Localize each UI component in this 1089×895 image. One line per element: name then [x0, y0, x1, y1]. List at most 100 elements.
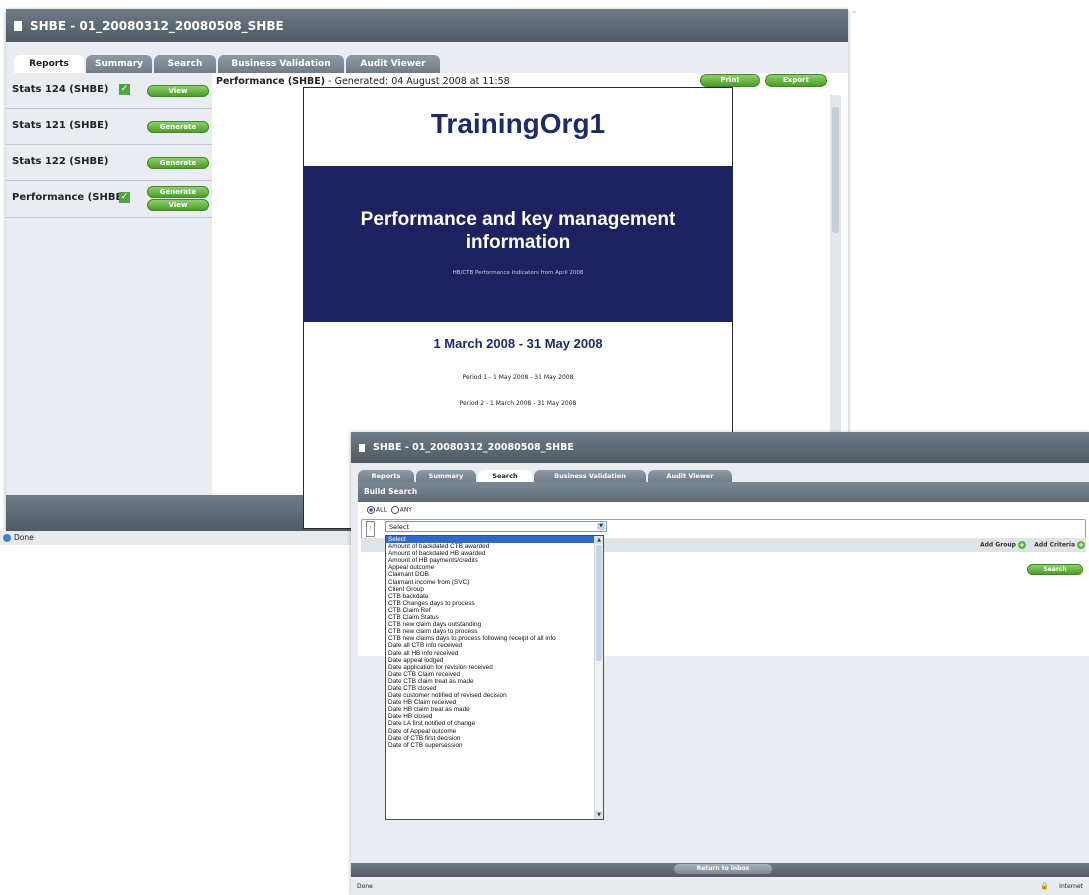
report-period-1: Period 1 - 1 May 2008 - 31 May 2008 — [462, 374, 574, 381]
status-bar: Done — [0, 531, 353, 545]
select-value: Select — [389, 523, 410, 531]
view-button[interactable]: View — [147, 85, 209, 97]
generate-button[interactable]: Generate — [147, 157, 209, 169]
radio-all[interactable] — [367, 506, 375, 514]
dropdown-option[interactable]: Amount of backdated CTB awarded — [386, 543, 595, 550]
window-titlebar: SHBE - 01_20080312_20080508_SHBE — [351, 432, 1089, 463]
window-titlebar: SHBE - 01_20080312_20080508_SHBE — [6, 9, 848, 42]
status-text: Done — [357, 883, 373, 890]
report-heading: Performance and key management informati… — [360, 209, 676, 253]
criteria-field-select[interactable]: Select ▼ — [385, 521, 607, 532]
scroll-down-icon[interactable]: ▼ — [595, 811, 603, 819]
lock-icon: 🔒 — [1040, 882, 1049, 890]
tab-bar: Reports Summary Search Business Validati… — [351, 468, 1089, 482]
document-icon — [14, 20, 22, 31]
report-org-title: TrainingOrg1 — [430, 108, 606, 139]
drag-handle-icon[interactable]: ⋮ — [366, 521, 375, 537]
dropdown-option[interactable]: Select — [386, 536, 595, 544]
dropdown-option[interactable]: Date CTB Claim received — [386, 671, 595, 678]
dropdown-option[interactable]: Date of CTB supersession — [386, 742, 595, 749]
report-row: Performance (SHBE) ✓ Generate View — [6, 181, 212, 218]
dropdown-option[interactable]: Date HB closed — [386, 713, 595, 720]
generate-button[interactable]: Generate — [147, 121, 209, 133]
dropdown-options: Select Amount of backdated CTB awarded Amo… — [386, 536, 595, 749]
dropdown-option[interactable]: Claimant income from (SVC) — [386, 579, 595, 586]
dropdown-option[interactable]: CTB Claim Ref — [386, 607, 595, 614]
add-criteria-plus-icon[interactable]: + — [1077, 541, 1085, 549]
scroll-up-icon[interactable]: ▲ — [595, 536, 603, 544]
dropdown-option[interactable]: Date of CTB first decision — [386, 735, 595, 742]
check-icon[interactable]: ✓ — [119, 192, 130, 203]
add-group-plus-icon[interactable]: + — [1017, 541, 1026, 549]
radio-any-label: ANY — [399, 506, 412, 514]
report-row: Stats 121 (SHBE) Generate — [6, 109, 212, 145]
tab-reports[interactable]: Reports — [358, 470, 414, 482]
return-to-inbox-button[interactable]: Return to inbox — [674, 864, 772, 874]
search-button[interactable]: Search — [1027, 564, 1083, 575]
view-button[interactable]: View — [147, 199, 209, 211]
report-row: Stats 122 (SHBE) Generate — [6, 145, 212, 181]
add-links: Add Group + Add Criteria + — [980, 541, 1085, 549]
dropdown-option[interactable]: Date of Appeal outcome — [386, 728, 595, 735]
dropdown-option[interactable]: Client Group — [386, 586, 595, 593]
dropdown-option[interactable]: Date all CTB info received — [386, 642, 595, 649]
dropdown-option[interactable]: Amount of HB payments/credits — [386, 557, 595, 564]
report-date-range: 1 March 2008 - 31 May 2008 — [433, 336, 603, 351]
tab-bar: Reports Summary Search Business Validati… — [6, 51, 848, 73]
report-label: Performance (SHBE) — [12, 192, 127, 203]
scroll-thumb[interactable] — [596, 545, 602, 661]
dropdown-option[interactable]: Date customer notified of revised decisi… — [386, 692, 595, 699]
check-icon[interactable]: ✓ — [119, 84, 130, 95]
chevron-down-icon[interactable]: ▼ — [597, 523, 605, 530]
tab-reports[interactable]: Reports — [14, 55, 84, 73]
dropdown-option[interactable]: Date HB claim treat as made — [386, 706, 595, 713]
add-criteria-link[interactable]: Add Criteria — [1034, 542, 1075, 549]
tab-business-validation[interactable]: Business Validation — [218, 55, 344, 73]
dropdown-option[interactable]: Amount of backdated HB awarded — [386, 550, 595, 557]
tab-summary[interactable]: Summary — [86, 55, 152, 73]
dropdown-option[interactable]: CTB new claim days to process — [386, 628, 595, 635]
add-group-link[interactable]: Add Group — [980, 542, 1016, 549]
dropdown-option[interactable]: Appeal outcome — [386, 564, 595, 571]
report-banner: Performance and key management informati… — [304, 166, 732, 322]
dropdown-option[interactable]: Date CTB closed — [386, 685, 595, 692]
scroll-thumb[interactable] — [832, 107, 839, 233]
dropdown-option[interactable]: Date appeal lodged — [386, 657, 595, 664]
dropdown-option[interactable]: CTB new claims days to process following… — [386, 635, 595, 642]
scroll-arrow-icon: ⌃ — [850, 10, 859, 21]
export-button[interactable]: Export — [765, 74, 827, 87]
dropdown-option[interactable]: Date application for revision received — [386, 664, 595, 671]
report-subheading: HB/CTB Performance Indicators from April… — [452, 270, 584, 276]
window-title: SHBE - 01_20080312_20080508_SHBE — [30, 18, 284, 33]
radio-any[interactable] — [390, 506, 399, 514]
status-text: Done — [14, 533, 34, 542]
window-title: SHBE - 01_20080312_20080508_SHBE — [373, 442, 574, 453]
dropdown-option[interactable]: CTB Changes days to process — [386, 600, 595, 607]
print-button[interactable]: Print — [700, 74, 760, 87]
dropdown-option[interactable]: CTB backdate — [386, 593, 595, 600]
dropdown-option[interactable]: Date CTB claim treat as made — [386, 678, 595, 685]
generate-button[interactable]: Generate — [147, 186, 209, 198]
dropdown-option[interactable]: Date all HB info received — [386, 650, 595, 657]
tab-search[interactable]: Search — [478, 470, 532, 482]
tab-summary[interactable]: Summary — [416, 470, 476, 482]
match-options: ALL ANY — [365, 506, 412, 514]
dropdown-option[interactable]: Claimant DOB — [386, 571, 595, 578]
generated-info: Performance (SHBE) - Generated: 04 Augus… — [216, 76, 510, 87]
tab-search[interactable]: Search — [154, 55, 216, 73]
ie-page-icon — [3, 534, 11, 542]
document-icon — [359, 443, 365, 452]
tab-audit-viewer[interactable]: Audit Viewer — [648, 470, 732, 482]
radio-all-label: ALL — [376, 506, 387, 514]
tab-business-validation[interactable]: Business Validation — [534, 470, 646, 482]
report-row: Stats 124 (SHBE) ✓ View — [6, 73, 212, 109]
generated-date: - Generated: 04 August 2008 at 11:58 — [325, 76, 510, 87]
dropdown-option[interactable]: Date HB Claim received — [386, 699, 595, 706]
dropdown-option[interactable]: CTB new claim days outstanding — [386, 621, 595, 628]
dropdown-option[interactable]: Date LA first notified of change — [386, 720, 595, 727]
reports-list: Stats 124 (SHBE) ✓ View Stats 121 (SHBE)… — [6, 73, 212, 495]
dropdown-option[interactable]: CTB Claim Status — [386, 614, 595, 621]
build-search-header: Build Search — [358, 482, 1089, 502]
dropdown-scrollbar[interactable]: ▲ ▼ — [594, 536, 603, 819]
tab-audit-viewer[interactable]: Audit Viewer — [346, 55, 440, 73]
